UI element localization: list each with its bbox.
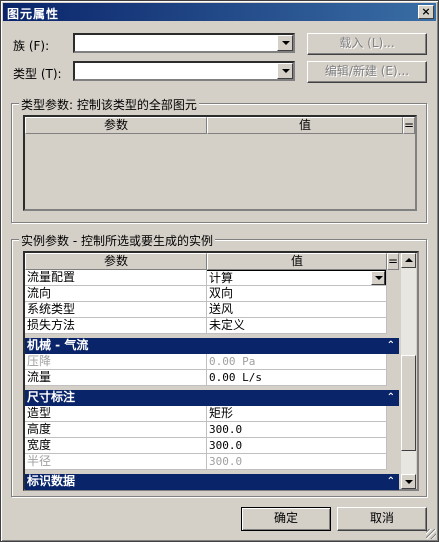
section-title: 尺寸标注 bbox=[27, 390, 76, 404]
param-value: 0.00 Pa bbox=[207, 354, 387, 370]
collapse-icon[interactable]: ⌃ bbox=[387, 338, 395, 353]
section-title: 机械 - 气流 bbox=[27, 338, 89, 352]
table-row[interactable]: 流量 0.00 L/s bbox=[25, 370, 387, 386]
edit-type-button[interactable]: 编辑/新建 (E)... bbox=[307, 61, 427, 83]
flow-config-value: 计算 bbox=[209, 271, 234, 285]
load-button[interactable]: 载入 (L)... bbox=[307, 33, 427, 55]
inst-col-value[interactable]: 值 bbox=[207, 253, 387, 270]
inst-col-param[interactable]: 参数 bbox=[25, 253, 207, 270]
chevron-down-icon bbox=[375, 276, 383, 280]
section-mechanical-airflow[interactable]: 机械 - 气流 ⌃ bbox=[25, 338, 399, 354]
param-name: 损失方法 bbox=[25, 318, 207, 334]
type-dropdown-arrow[interactable] bbox=[277, 63, 293, 79]
param-name: 压降 bbox=[25, 354, 207, 370]
vertical-scrollbar[interactable] bbox=[401, 253, 416, 489]
chevron-down-icon bbox=[282, 41, 290, 45]
table-row[interactable]: 高度 300.0 bbox=[25, 422, 387, 438]
section-identity-data[interactable]: 标识数据 ⌃ bbox=[25, 474, 399, 490]
collapse-icon[interactable]: ⌃ bbox=[387, 474, 395, 489]
table-row[interactable]: 流向 双向 bbox=[25, 286, 387, 302]
param-value[interactable]: 300.0 bbox=[207, 422, 387, 438]
param-name: 半径 bbox=[25, 454, 207, 470]
scroll-up-button[interactable] bbox=[401, 253, 416, 268]
param-name: 造型 bbox=[25, 406, 207, 422]
type-col-param[interactable]: 参数 bbox=[25, 117, 207, 134]
family-combo[interactable] bbox=[73, 33, 295, 53]
type-combo[interactable] bbox=[73, 61, 295, 81]
ok-button[interactable]: 确定 bbox=[241, 507, 331, 531]
param-value[interactable]: 矩形 bbox=[207, 406, 387, 422]
type-label: 类型 (T): bbox=[13, 67, 62, 81]
param-value[interactable]: 300.0 bbox=[207, 438, 387, 454]
param-value[interactable]: 未定义 bbox=[207, 318, 387, 334]
table-row[interactable]: 损失方法 未定义 bbox=[25, 318, 387, 334]
section-dimensions[interactable]: 尺寸标注 ⌃ bbox=[25, 390, 399, 406]
param-value[interactable]: 0.00 L/s bbox=[207, 370, 387, 386]
cancel-button[interactable]: 取消 bbox=[337, 507, 427, 531]
element-properties-dialog: 图元属性 × 族 (F): 载入 (L)... 类型 (T): 编辑/新建 (E… bbox=[0, 0, 439, 542]
close-button[interactable]: × bbox=[418, 5, 434, 19]
flow-config-select[interactable]: 计算 bbox=[207, 270, 386, 285]
param-name: 高度 bbox=[25, 422, 207, 438]
table-row[interactable]: 半径 300.0 bbox=[25, 454, 387, 470]
param-name: 宽度 bbox=[25, 438, 207, 454]
section-title: 标识数据 bbox=[27, 474, 76, 488]
param-value: 300.0 bbox=[207, 454, 387, 470]
family-dropdown-arrow[interactable] bbox=[277, 35, 293, 51]
param-value[interactable]: 送风 bbox=[207, 302, 387, 318]
window-title: 图元属性 bbox=[7, 7, 60, 21]
chevron-down-icon bbox=[282, 69, 290, 73]
arrow-up-icon bbox=[405, 258, 413, 262]
table-row[interactable]: 宽度 300.0 bbox=[25, 438, 387, 454]
resize-grip-icon[interactable] bbox=[426, 529, 436, 539]
param-name: 流向 bbox=[25, 286, 207, 302]
table-row[interactable]: 造型 矩形 bbox=[25, 406, 387, 422]
collapse-icon[interactable]: ⌃ bbox=[387, 390, 395, 405]
arrow-down-icon bbox=[405, 480, 413, 484]
title-bar[interactable]: 图元属性 × bbox=[3, 3, 436, 21]
param-name: 流量配置 bbox=[25, 270, 207, 286]
param-name: 流量 bbox=[25, 370, 207, 386]
table-row[interactable]: 流量配置 计算 bbox=[25, 270, 387, 286]
instance-params-title: 实例参数 - 控制所选或要生成的实例 bbox=[19, 232, 215, 249]
family-label: 族 (F): bbox=[13, 39, 50, 53]
param-value[interactable]: 双向 bbox=[207, 286, 387, 302]
type-params-title: 类型参数: 控制该类型的全部图元 bbox=[19, 96, 199, 113]
scroll-down-button[interactable] bbox=[401, 474, 416, 489]
scroll-thumb[interactable] bbox=[401, 355, 416, 451]
type-col-sort[interactable]: = bbox=[403, 117, 415, 134]
flow-config-dropdown-arrow[interactable] bbox=[371, 271, 385, 285]
table-row[interactable]: 系统类型 送风 bbox=[25, 302, 387, 318]
type-params-grid[interactable]: 参数 值 = bbox=[23, 115, 417, 211]
table-row[interactable]: 压降 0.00 Pa bbox=[25, 354, 387, 370]
param-value[interactable]: 计算 bbox=[207, 270, 387, 286]
type-col-value[interactable]: 值 bbox=[207, 117, 403, 134]
param-name: 系统类型 bbox=[25, 302, 207, 318]
inst-col-sort[interactable]: = bbox=[387, 253, 399, 270]
instance-params-grid[interactable]: 参数 值 = 流量配置 计算 流向 双向 系统类型 送风 损失方法 未定义 机械… bbox=[23, 251, 419, 491]
